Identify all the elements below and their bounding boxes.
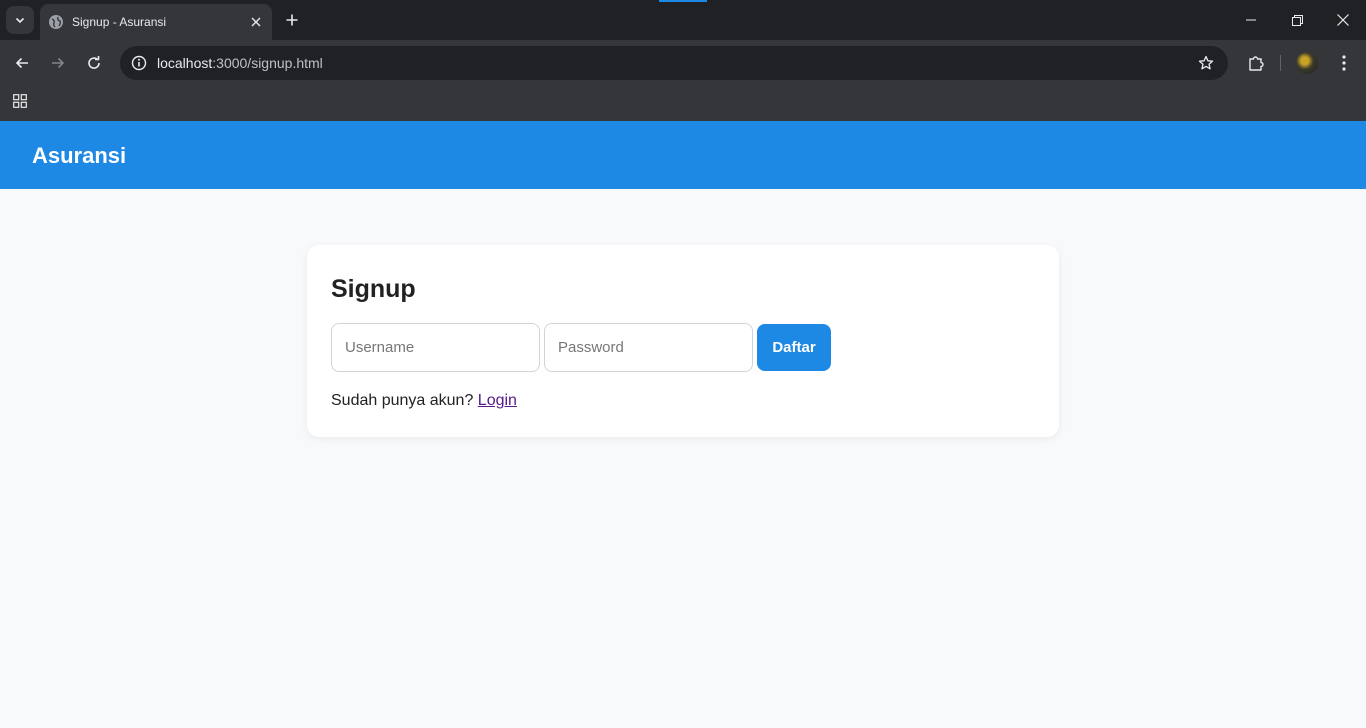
forward-button[interactable]: [42, 47, 74, 79]
app-header: Asuransi: [0, 121, 1366, 189]
apps-button[interactable]: [10, 91, 30, 111]
password-input[interactable]: [544, 323, 753, 372]
reload-button[interactable]: [78, 47, 110, 79]
url-host: localhost: [157, 55, 213, 71]
brand-title: Asuransi: [32, 143, 127, 168]
signup-title: Signup: [331, 275, 416, 303]
tab-list-button[interactable]: [6, 6, 34, 34]
url-text: localhost:3000/signup.html: [157, 55, 323, 71]
minimize-button[interactable]: [1228, 0, 1274, 40]
reload-icon: [88, 56, 100, 69]
profile-avatar[interactable]: [1296, 52, 1318, 74]
globe-icon: [48, 14, 64, 30]
plus-icon: [286, 14, 298, 26]
arrow-right-icon: [52, 57, 65, 69]
browser-tab-active[interactable]: Signup - Asuransi: [40, 4, 272, 40]
signup-submit-button[interactable]: Daftar: [757, 324, 831, 371]
close-window-button[interactable]: [1320, 0, 1366, 40]
minimize-icon: [1246, 19, 1256, 21]
toolbar-separator: [1280, 55, 1281, 71]
apps-grid-icon: [13, 94, 27, 108]
kebab-menu-icon: [1342, 55, 1346, 71]
restore-icon: [1291, 14, 1303, 26]
browser-titlebar: Signup - Asuransi: [0, 0, 1366, 40]
star-icon: [1198, 55, 1214, 70]
login-link[interactable]: Login: [478, 392, 517, 409]
extensions-button[interactable]: [1240, 47, 1272, 79]
signup-card: Signup Daftar Sudah punya akun? Login: [307, 245, 1059, 437]
tab-strip-indicator: [659, 0, 707, 2]
tab-close-button[interactable]: [246, 12, 266, 32]
browser-menu-button[interactable]: [1330, 47, 1358, 79]
info-icon: [131, 55, 147, 71]
address-bar[interactable]: localhost:3000/signup.html: [120, 46, 1228, 80]
close-icon: [1337, 14, 1349, 26]
chevron-down-icon: [15, 17, 25, 24]
arrow-left-icon: [15, 57, 28, 69]
bookmarks-bar: [0, 86, 1366, 121]
puzzle-icon: [1249, 56, 1264, 71]
tab-title: Signup - Asuransi: [72, 15, 167, 29]
restore-button[interactable]: [1274, 0, 1320, 40]
browser-toolbar: localhost:3000/signup.html: [0, 40, 1366, 86]
new-tab-button[interactable]: [280, 8, 304, 32]
site-info-button[interactable]: [127, 51, 151, 75]
back-button[interactable]: [6, 47, 38, 79]
bookmark-button[interactable]: [1194, 51, 1218, 75]
url-path: :3000/signup.html: [212, 55, 323, 71]
login-prompt-text: Sudah punya akun?: [331, 392, 474, 409]
login-prompt: Sudah punya akun? Login: [331, 392, 517, 410]
close-icon: [251, 17, 261, 27]
username-input[interactable]: [331, 323, 540, 372]
